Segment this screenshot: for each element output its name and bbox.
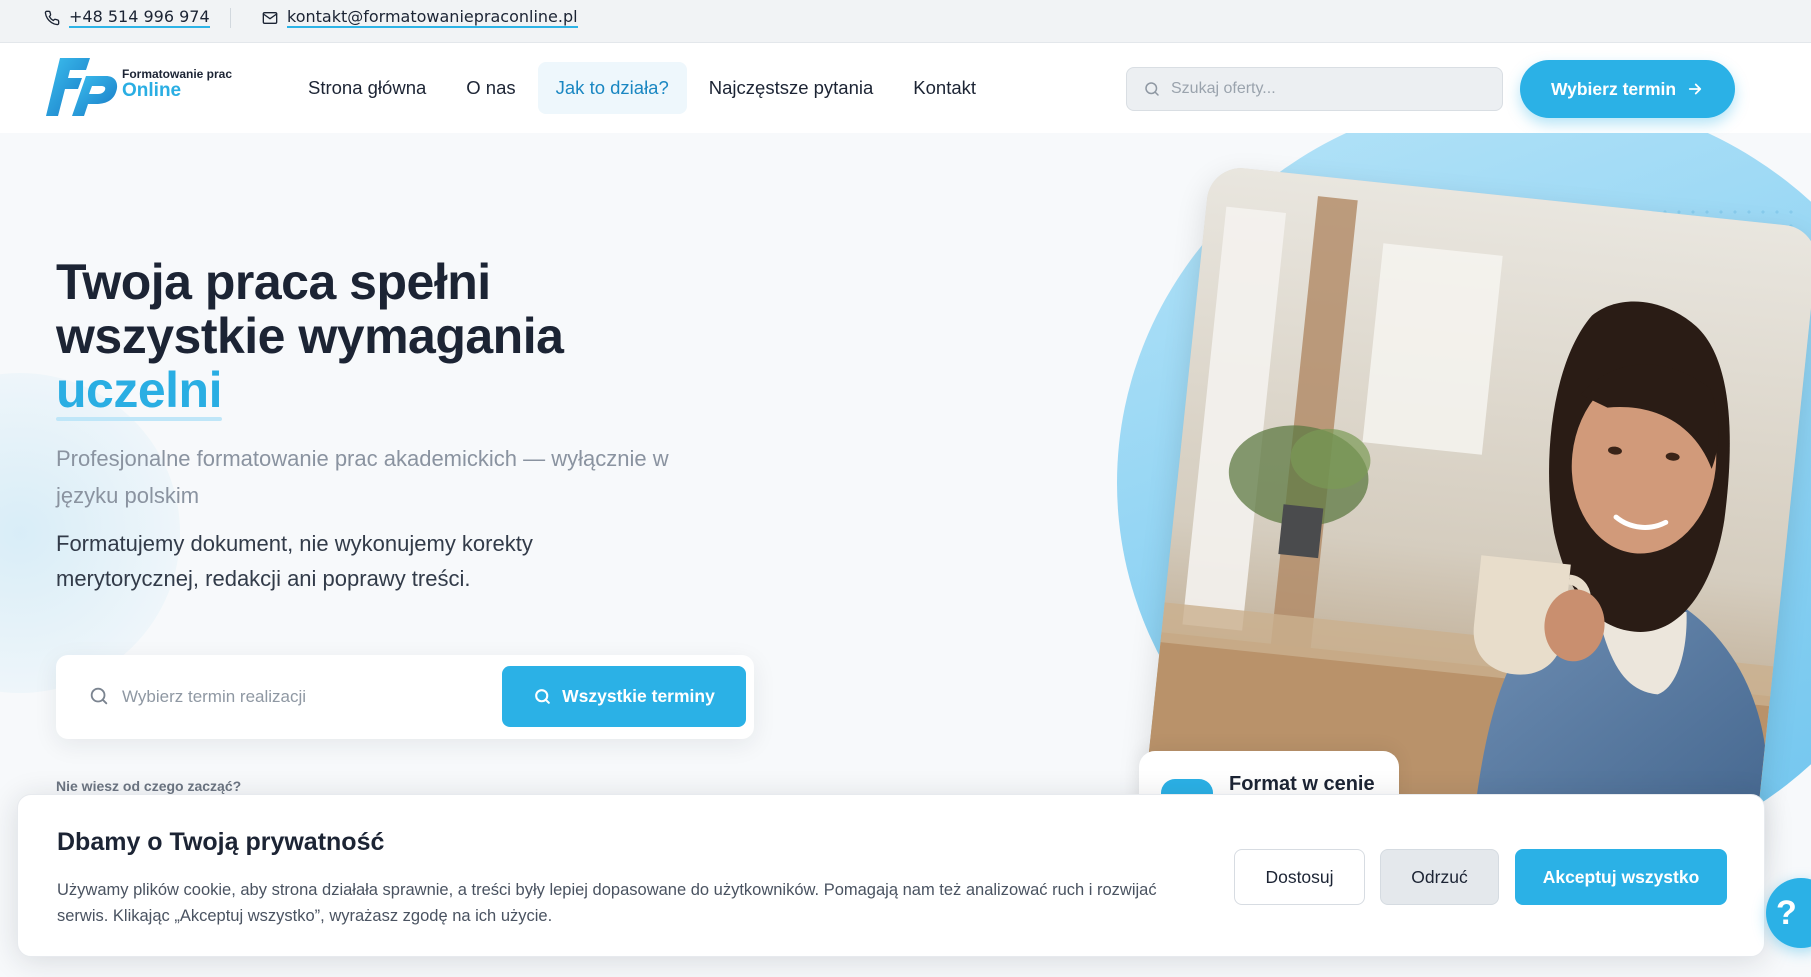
hero-title: Twoja praca spełni wszystkie wymagania u…	[56, 254, 696, 421]
email-link[interactable]: kontakt@formatowaniepraconline.pl	[262, 0, 578, 36]
site-logo[interactable]: Formatowanie prac Online	[46, 56, 232, 118]
nav-item-about[interactable]: O nas	[448, 62, 533, 114]
cookie-text: Używamy plików cookie, aby strona działa…	[57, 881, 1157, 925]
logo-mark	[46, 56, 118, 118]
choose-date-button[interactable]: Wybierz termin	[1520, 60, 1735, 118]
nav-item-how-it-works[interactable]: Jak to działa?	[537, 62, 687, 114]
accept-all-cookies-button[interactable]: Akceptuj wszystko	[1515, 849, 1727, 905]
term-search-box: Wszystkie terminy	[56, 655, 754, 739]
hero-subtitle: Profesjonalne formatowanie prac akademic…	[56, 446, 669, 508]
logo-wordmark: Formatowanie prac Online	[122, 68, 232, 100]
logo-line1: Formatowanie prac	[122, 67, 233, 81]
phone-link[interactable]: +48 514 996 974	[44, 0, 210, 36]
badge-text: Format w cenie	[1229, 773, 1375, 795]
nav-item-home[interactable]: Strona główna	[290, 62, 444, 114]
logo-line2: Online	[122, 80, 182, 101]
search-icon	[535, 689, 551, 704]
arrow-right-icon	[1688, 83, 1702, 95]
hero-title-accent: uczelni	[56, 362, 222, 421]
getting-started-hint[interactable]: Nie wiesz od czego zacząć?	[56, 778, 241, 794]
hero-note: Formatujemy dokument, nie wykonujemy kor…	[56, 531, 533, 591]
hero-title-line2: wszystkie wymagania	[56, 308, 564, 364]
customize-cookies-button[interactable]: Dostosuj	[1234, 849, 1365, 905]
search-icon	[90, 687, 108, 705]
main-nav: Strona główna O nas Jak to działa? Najcz…	[290, 62, 998, 114]
topbar-divider	[230, 8, 231, 28]
site-header: Formatowanie prac Online Strona główna O…	[0, 43, 1811, 133]
nav-item-faq[interactable]: Najczęstsze pytania	[691, 62, 892, 114]
nav-item-contact[interactable]: Kontakt	[895, 62, 994, 114]
offer-search[interactable]	[1126, 67, 1503, 111]
phone-icon	[44, 10, 60, 26]
search-icon	[1145, 82, 1159, 96]
hero-title-line1: Twoja praca spełni	[56, 254, 491, 310]
cookie-title: Dbamy o Twoją prywatność	[57, 828, 385, 856]
email-address[interactable]: kontakt@formatowaniepraconline.pl	[287, 8, 578, 28]
reject-cookies-button[interactable]: Odrzuć	[1380, 849, 1499, 905]
term-search-input[interactable]	[122, 677, 482, 717]
all-terms-button[interactable]: Wszystkie terminy	[502, 666, 746, 727]
cookie-consent-banner: Dbamy o Twoją prywatność Używamy plików …	[17, 794, 1765, 957]
contact-topbar: +48 514 996 974 kontakt@formatowanieprac…	[0, 0, 1811, 43]
choose-date-label: Wybierz termin	[1550, 78, 1677, 99]
all-terms-label: Wszystkie terminy	[562, 686, 715, 706]
mail-icon	[262, 12, 278, 24]
offer-search-input[interactable]	[1171, 80, 1491, 98]
phone-number[interactable]: +48 514 996 974	[69, 8, 210, 28]
